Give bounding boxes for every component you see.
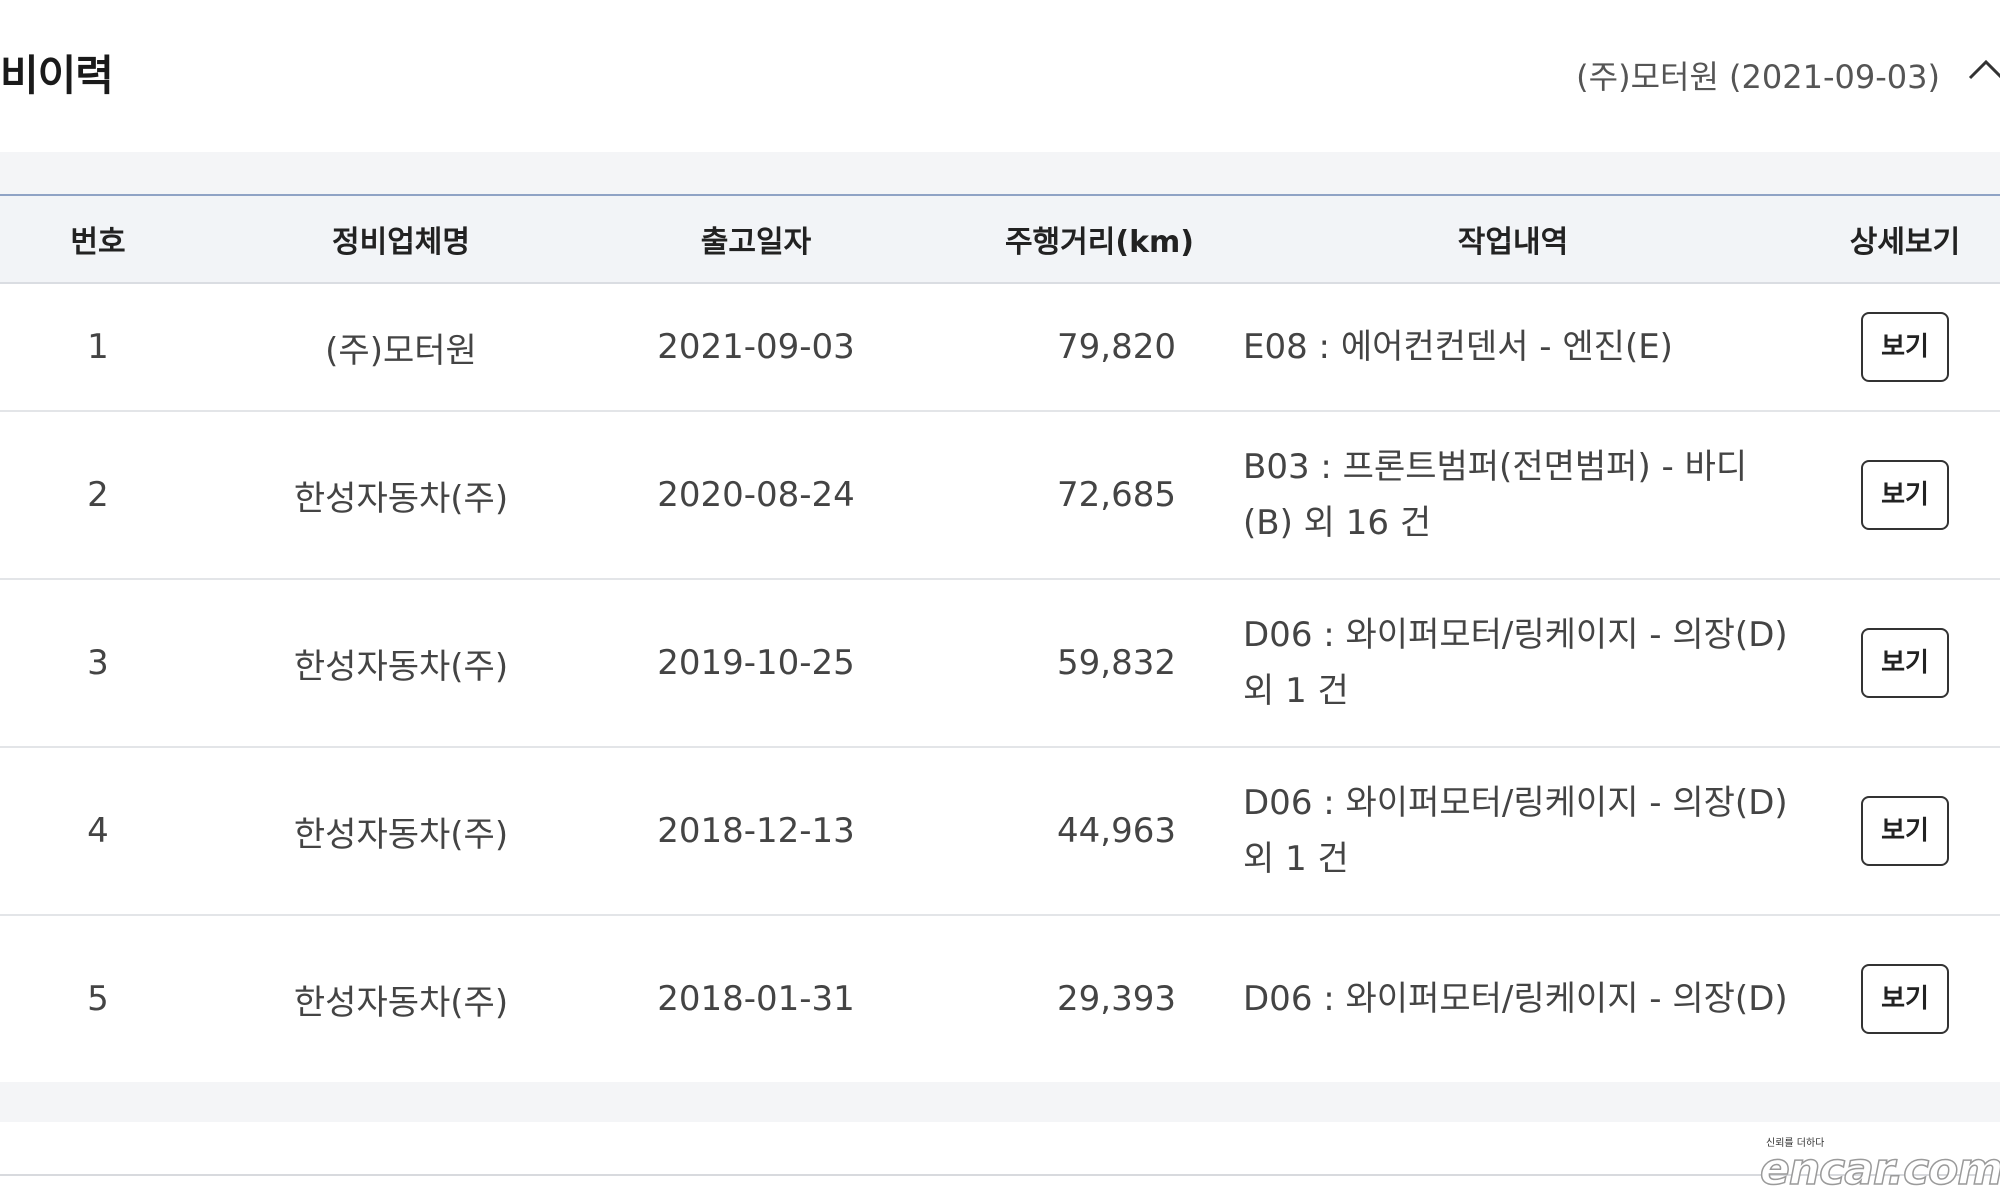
view-detail-button[interactable]: 보기: [1861, 628, 1949, 698]
view-detail-button[interactable]: 보기: [1861, 312, 1949, 382]
column-header-shop: 정비업체명: [196, 196, 606, 284]
column-header-date: 출고일자: [606, 196, 906, 284]
row-work: D06 : 와이퍼모터/링케이지 - 의장(D) 외 1 건: [1216, 747, 1810, 916]
row-detail-cell: 보기: [1810, 579, 2000, 748]
row-work: E08 : 에어컨컨덴서 - 엔진(E): [1216, 283, 1810, 412]
row-shop: (주)모터원: [196, 283, 606, 412]
row-date: 2018-12-13: [606, 747, 906, 916]
repair-history-table: 번호 정비업체명 출고일자 주행거리(km) 작업내역 상세보기 1 (주)모터…: [0, 194, 2000, 1084]
column-header-detail: 상세보기: [1810, 196, 2000, 284]
view-detail-button[interactable]: 보기: [1861, 796, 1949, 866]
row-mileage: 59,832: [906, 579, 1216, 748]
latest-repair-summary: (주)모터원 (2021-09-03): [1576, 58, 1940, 96]
column-header-number: 번호: [0, 196, 196, 284]
row-number: 5: [0, 915, 196, 1084]
row-mileage: 72,685: [906, 411, 1216, 580]
row-shop: 한성자동차(주): [196, 579, 606, 748]
row-detail-cell: 보기: [1810, 915, 2000, 1084]
row-number: 1: [0, 283, 196, 412]
view-detail-button[interactable]: 보기: [1861, 964, 1949, 1034]
table-header-row: 번호 정비업체명 출고일자 주행거리(km) 작업내역 상세보기: [0, 196, 2000, 284]
row-detail-cell: 보기: [1810, 283, 2000, 412]
row-date: 2018-01-31: [606, 915, 906, 1084]
column-header-work: 작업내역: [1216, 196, 1810, 284]
view-detail-button[interactable]: 보기: [1861, 460, 1949, 530]
row-detail-cell: 보기: [1810, 747, 2000, 916]
table-row: 4 한성자동차(주) 2018-12-13 44,963 D06 : 와이퍼모터…: [0, 747, 2000, 916]
section-header: 비이력 (주)모터원 (2021-09-03): [0, 0, 2000, 150]
table-row: 5 한성자동차(주) 2018-01-31 29,393 D06 : 와이퍼모터…: [0, 915, 2000, 1084]
row-shop: 한성자동차(주): [196, 411, 606, 580]
row-work: D06 : 와이퍼모터/링케이지 - 의장(D) 외 1 건: [1216, 579, 1810, 748]
row-work: D06 : 와이퍼모터/링케이지 - 의장(D): [1216, 915, 1810, 1084]
row-number: 2: [0, 411, 196, 580]
row-number: 3: [0, 579, 196, 748]
row-date: 2020-08-24: [606, 411, 906, 580]
row-date: 2021-09-03: [606, 283, 906, 412]
page: 비이력 (주)모터원 (2021-09-03) 번호 정비업체명 출고일자 주행…: [0, 0, 2000, 1200]
table-row: 2 한성자동차(주) 2020-08-24 72,685 B03 : 프론트범퍼…: [0, 411, 2000, 580]
divider: [0, 1174, 2000, 1176]
chevron-up-icon[interactable]: [1966, 50, 2000, 90]
table-row: 1 (주)모터원 2021-09-03 79,820 E08 : 에어컨컨덴서 …: [0, 283, 2000, 412]
row-work: B03 : 프론트범퍼(전면범퍼) - 바디(B) 외 16 건: [1216, 411, 1810, 580]
row-mileage: 79,820: [906, 283, 1216, 412]
row-detail-cell: 보기: [1810, 411, 2000, 580]
row-date: 2019-10-25: [606, 579, 906, 748]
encar-logo: encar.com: [1759, 1143, 2000, 1196]
table-bottom-band: [0, 1082, 2000, 1122]
table-top-band: [0, 152, 2000, 194]
section-title: 비이력: [0, 51, 114, 100]
row-shop: 한성자동차(주): [196, 915, 606, 1084]
row-mileage: 29,393: [906, 915, 1216, 1084]
encar-watermark: 신뢰를 더하다 encar.com: [1746, 1134, 2000, 1196]
table-row: 3 한성자동차(주) 2019-10-25 59,832 D06 : 와이퍼모터…: [0, 579, 2000, 748]
column-header-mileage: 주행거리(km): [906, 196, 1216, 284]
row-shop: 한성자동차(주): [196, 747, 606, 916]
row-mileage: 44,963: [906, 747, 1216, 916]
row-number: 4: [0, 747, 196, 916]
